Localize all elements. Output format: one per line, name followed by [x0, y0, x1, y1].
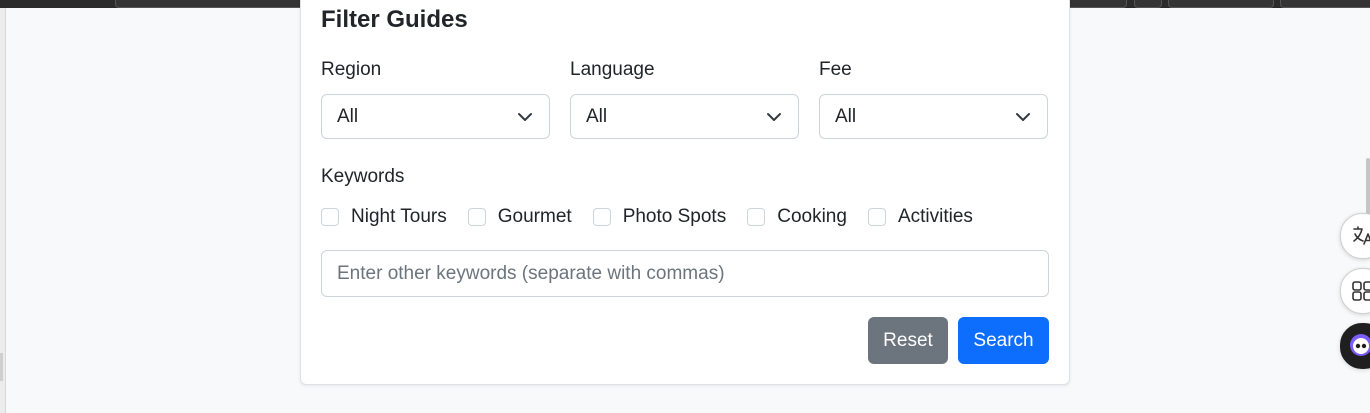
assistant-avatar-icon [1350, 334, 1370, 356]
checkbox-label: Gourmet [497, 206, 572, 227]
fee-field: Fee All [819, 58, 1048, 139]
language-select[interactable]: All [570, 94, 799, 139]
left-edge-marker [0, 353, 3, 381]
fee-label: Fee [819, 59, 852, 80]
keyword-checkbox-activities[interactable]: Activities [867, 204, 973, 230]
apps-button[interactable] [1340, 268, 1370, 314]
other-keywords-input[interactable] [321, 250, 1049, 297]
language-field: Language All [570, 58, 799, 139]
fee-select[interactable]: All [819, 94, 1048, 139]
card-title: Filter Guides [321, 6, 468, 33]
region-field: Region All [321, 58, 550, 139]
chevron-down-icon [767, 113, 781, 121]
keywords-label: Keywords [321, 166, 405, 187]
keyword-checkbox-gourmet[interactable]: Gourmet [467, 204, 572, 230]
translate-icon [1353, 226, 1370, 245]
region-select[interactable]: All [321, 94, 550, 139]
checkbox-label: Cooking [777, 206, 847, 227]
filter-card: Filter Guides Region All Language All Fe… [300, 0, 1070, 385]
checkbox-box[interactable] [467, 208, 486, 226]
apps-grid-icon [1352, 281, 1370, 301]
keyword-checkbox-night-tours[interactable]: Night Tours [321, 204, 447, 230]
reset-button[interactable]: Reset [868, 317, 948, 364]
region-select-value: All [337, 106, 359, 127]
scrollbar-thumb[interactable] [1366, 158, 1370, 218]
chevron-down-icon [1016, 113, 1030, 121]
checkbox-box[interactable] [867, 208, 886, 226]
fee-select-value: All [835, 106, 857, 127]
language-label: Language [570, 59, 655, 80]
region-label: Region [321, 59, 382, 80]
keyword-checkbox-cooking[interactable]: Cooking [747, 204, 847, 230]
search-button[interactable]: Search [958, 317, 1049, 364]
checkbox-box[interactable] [321, 208, 339, 226]
checkbox-box[interactable] [592, 208, 611, 226]
translate-button[interactable] [1340, 213, 1370, 259]
assistant-button[interactable] [1340, 323, 1370, 369]
keyword-checkbox-photo-spots[interactable]: Photo Spots [592, 204, 727, 230]
toolbar-button[interactable] [1168, 0, 1274, 8]
left-edge-panel [0, 8, 6, 413]
language-select-value: All [586, 106, 608, 127]
toolbar-button[interactable] [1280, 0, 1370, 8]
checkbox-box[interactable] [747, 208, 766, 226]
checkbox-label: Photo Spots [622, 206, 727, 227]
toolbar-button[interactable] [1134, 0, 1162, 8]
chevron-down-icon [518, 113, 532, 121]
checkbox-label: Night Tours [351, 206, 447, 227]
keyword-checkbox-group: Night Tours Gourmet Photo Spots Cooking … [321, 204, 994, 230]
checkbox-label: Activities [897, 206, 973, 227]
